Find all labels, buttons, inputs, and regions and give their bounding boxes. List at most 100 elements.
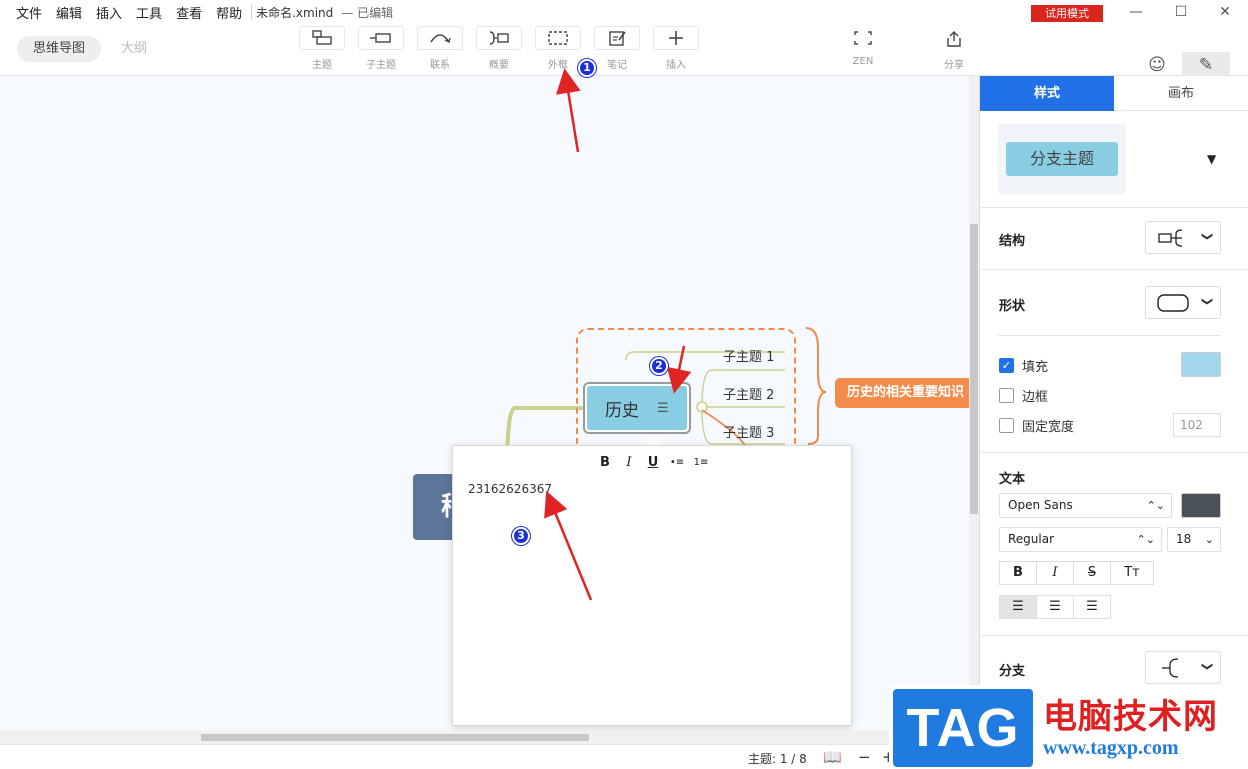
format-brush-icon: ✎ <box>1198 55 1214 75</box>
tab-style[interactable]: 样式 <box>980 76 1114 111</box>
format-panel: 样式 画布 分支主题 ▼ 结构 ❯ 形状 ❯ ✓ 填充 边框 固定宽度 102 … <box>979 76 1248 769</box>
notes-content[interactable]: 23162626367 <box>468 482 552 496</box>
watermark-url: www.tagxp.com <box>1043 737 1179 759</box>
trial-mode-badge[interactable]: 试用模式 <box>1031 5 1103 22</box>
document-filename: 未命名.xmind <box>256 5 334 20</box>
share-tool-button[interactable]: 分享 <box>931 26 977 71</box>
zen-tool-button[interactable]: ZEN <box>840 26 886 67</box>
divider <box>980 635 1248 636</box>
zoom-out-button[interactable]: − <box>858 748 871 766</box>
boundary-icon <box>535 26 581 50</box>
menu-help[interactable]: 帮助 <box>209 3 249 22</box>
map-view-icon[interactable]: 📖 <box>823 748 842 766</box>
strikethrough-button[interactable]: S <box>1073 561 1111 585</box>
bold-button[interactable]: B <box>999 561 1037 585</box>
menu-insert[interactable]: 插入 <box>89 3 129 22</box>
branch-label: 分支 <box>999 664 1026 679</box>
note-tool-label: 笔记 <box>607 60 627 71</box>
insert-tool-label: 插入 <box>666 60 686 71</box>
style-preview[interactable]: 分支主题 <box>998 124 1126 194</box>
fill-option[interactable]: ✓ 填充 <box>999 357 1049 375</box>
note-indicator-icon[interactable]: ☰ <box>657 401 669 416</box>
notes-bullet-list-button[interactable]: •≡ <box>669 455 685 471</box>
menu-edit[interactable]: 编辑 <box>49 3 89 22</box>
structure-dropdown[interactable]: ❯ <box>1145 221 1221 254</box>
updown-icon: ⌃⌄ <box>1136 533 1155 546</box>
shape-dropdown[interactable]: ❯ <box>1145 286 1221 319</box>
fill-label: 填充 <box>1022 359 1049 375</box>
horizontal-scrollbar[interactable] <box>0 731 969 744</box>
text-style-buttons: B I S Tт <box>999 561 1154 585</box>
font-family-select[interactable]: Open Sans ⌃⌄ <box>999 493 1172 518</box>
menu-tools[interactable]: 工具 <box>129 3 169 22</box>
close-button[interactable]: ✕ <box>1202 0 1248 24</box>
font-size-select[interactable]: 18 ⌄ <box>1167 527 1221 552</box>
alignment-buttons: ☰ ☰ ☰ <box>999 595 1111 619</box>
divider <box>980 269 1248 270</box>
horizontal-scroll-thumb[interactable] <box>201 734 589 741</box>
subtopic-2[interactable]: 子主题 2 <box>723 384 774 403</box>
text-case-button[interactable]: Tт <box>1110 561 1154 585</box>
notes-underline-button[interactable]: U <box>645 455 661 471</box>
vertical-scrollbar[interactable] <box>969 76 979 744</box>
menu-file[interactable]: 文件 <box>0 3 49 22</box>
tab-canvas[interactable]: 画布 <box>1114 76 1248 111</box>
rounded-rect-shape-icon <box>1157 294 1189 312</box>
branch-style-icon <box>1162 658 1179 678</box>
minimize-button[interactable]: — <box>1113 0 1159 24</box>
branch-dropdown[interactable]: ❯ <box>1145 651 1221 684</box>
tab-mindmap[interactable]: 思维导图 <box>17 36 102 62</box>
subtopic-tool-button[interactable]: 子主题 <box>358 26 404 71</box>
notes-numbered-list-button[interactable]: 1≡ <box>693 455 709 471</box>
zen-tool-label: ZEN <box>852 56 874 67</box>
updown-icon: ⌃⌄ <box>1146 499 1165 512</box>
chevron-down-icon: ❯ <box>1200 661 1214 672</box>
fixed-width-option[interactable]: 固定宽度 <box>999 417 1075 435</box>
chevron-down-icon: ❯ <box>1200 231 1214 242</box>
fill-color-swatch[interactable] <box>1181 352 1221 377</box>
align-center-icon[interactable]: ☰ <box>1036 595 1074 619</box>
menu-view[interactable]: 查看 <box>169 3 209 22</box>
align-right-icon[interactable]: ☰ <box>1073 595 1111 619</box>
topic-node-history[interactable]: 历史 ☰ <box>583 382 691 434</box>
shape-label: 形状 <box>999 299 1026 314</box>
topic-icon <box>299 26 345 50</box>
status-bar: 主题: 1 / 8 📖 − + <box>0 744 979 769</box>
notes-italic-button[interactable]: I <box>621 455 637 471</box>
align-left-icon[interactable]: ☰ <box>999 595 1037 619</box>
topic-tool-button[interactable]: 主题 <box>299 26 345 71</box>
toolbar: 思维导图 大纲 主题 子主题 联系 概要 外框 笔记 插入 ZEN 分享 ☺ 图… <box>0 24 1248 96</box>
summary-node[interactable]: 历史的相关重要知识 <box>835 378 975 408</box>
relationship-tool-button[interactable]: 联系 <box>417 26 463 71</box>
tab-outline[interactable]: 大纲 <box>105 36 163 62</box>
fill-checkbox[interactable]: ✓ <box>999 357 1014 373</box>
divider <box>980 452 1248 453</box>
fixed-width-label: 固定宽度 <box>1022 419 1075 435</box>
insert-tool-button[interactable]: 插入 <box>653 26 699 71</box>
share-tool-label: 分享 <box>944 60 964 71</box>
annotation-marker-2: 2 <box>650 357 668 375</box>
boundary-tool-button[interactable]: 外框 <box>535 26 581 71</box>
border-option[interactable]: 边框 <box>999 387 1048 405</box>
note-tool-button[interactable]: 笔记 <box>594 26 640 71</box>
border-checkbox[interactable] <box>999 387 1014 403</box>
notes-bold-button[interactable]: B <box>597 455 613 471</box>
font-weight-value: Regular <box>1008 532 1055 546</box>
summary-tool-button[interactable]: 概要 <box>476 26 522 71</box>
font-size-value: 18 <box>1176 532 1192 546</box>
style-dropdown-arrow-icon[interactable]: ▼ <box>1207 152 1216 166</box>
text-color-swatch[interactable] <box>1181 493 1221 518</box>
italic-button[interactable]: I <box>1036 561 1074 585</box>
subtopic-3[interactable]: 子主题 3 <box>723 422 774 441</box>
edit-status: — 已编辑 <box>341 5 394 20</box>
vertical-scroll-thumb[interactable] <box>970 224 978 514</box>
font-weight-select[interactable]: Regular ⌃⌄ <box>999 527 1162 552</box>
notes-format-bar: B I U •≡ 1≡ <box>453 455 853 471</box>
fixed-width-input[interactable]: 102 <box>1173 413 1221 437</box>
plus-icon <box>653 26 699 50</box>
subtopic-1[interactable]: 子主题 1 <box>723 346 774 365</box>
notes-popup[interactable]: B I U •≡ 1≡ 23162626367 <box>452 445 852 726</box>
maximize-button[interactable]: ☐ <box>1158 0 1204 24</box>
summary-tool-label: 概要 <box>489 60 509 71</box>
fixed-width-checkbox[interactable] <box>999 417 1014 433</box>
